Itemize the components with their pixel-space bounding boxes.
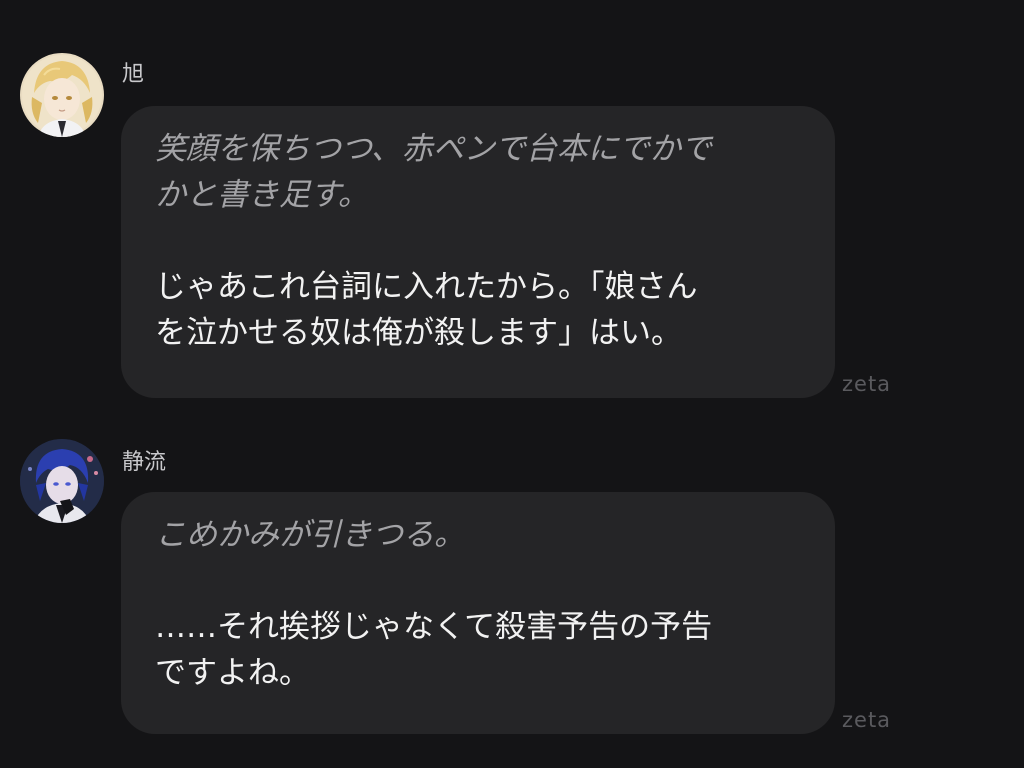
watermark: zeta — [842, 708, 892, 732]
chat-log: 旭 笑顔を保ちつつ、赤ペンで台本にでかで かと書き足す。 じゃあこれ台詞に入れた… — [0, 0, 1024, 768]
dialogue-line: ……それ挨拶じゃなくて殺害予告の予告 — [155, 609, 713, 645]
watermark: zeta — [842, 372, 892, 396]
sender-name: 静流 — [122, 450, 167, 475]
message-bubble: こめかみが引きつる。 ……それ挨拶じゃなくて殺害予告の予告 ですよね。 — [121, 492, 835, 734]
sender-name: 旭 — [122, 62, 145, 87]
message-bubble: 笑顔を保ちつつ、赤ペンで台本にでかで かと書き足す。 じゃあこれ台詞に入れたから… — [121, 106, 835, 398]
narration-line: 笑顔を保ちつつ、赤ペンで台本にでかで — [155, 131, 712, 167]
dialogue-line: じゃあこれ台詞に入れたから。「娘さん — [155, 269, 698, 305]
narration-line: かと書き足す。 — [155, 177, 369, 213]
narration-line: こめかみが引きつる。 — [155, 517, 465, 553]
blonde-character-avatar-icon[interactable] — [20, 53, 104, 137]
blue-haired-character-avatar-icon[interactable] — [20, 439, 104, 523]
dialogue-line: を泣かせる奴は俺が殺します」はい。 — [155, 315, 682, 351]
dialogue-line: ですよね。 — [155, 655, 310, 691]
